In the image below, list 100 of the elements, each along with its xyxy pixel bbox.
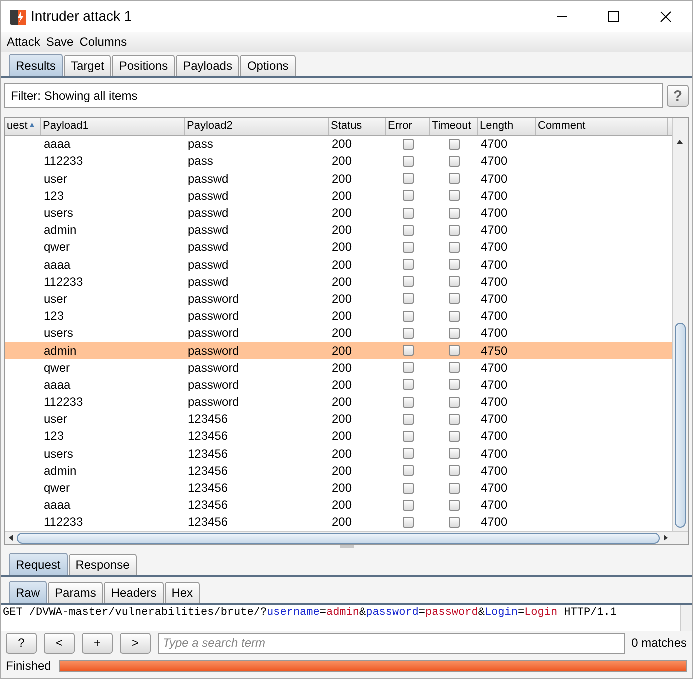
column-header[interactable]: Timeout bbox=[432, 118, 472, 135]
column-header[interactable]: Payload2 bbox=[187, 118, 233, 135]
table-cell-text: 4700 bbox=[481, 497, 508, 514]
checkbox[interactable] bbox=[448, 516, 460, 528]
checkbox[interactable] bbox=[402, 414, 414, 425]
checkbox[interactable] bbox=[402, 448, 414, 460]
checkbox[interactable] bbox=[402, 482, 414, 494]
tab[interactable]: Response bbox=[68, 554, 137, 575]
table-cell-text: 4700 bbox=[481, 514, 508, 532]
vertical-scrollbar[interactable] bbox=[680, 605, 692, 631]
checkbox[interactable] bbox=[402, 500, 414, 511]
checkbox[interactable] bbox=[448, 379, 460, 390]
tab[interactable]: Headers bbox=[104, 582, 164, 603]
search-nav-button[interactable]: ? bbox=[6, 632, 37, 654]
tab[interactable]: Hex bbox=[164, 582, 200, 603]
checkbox[interactable] bbox=[448, 242, 460, 253]
table-cell-text: password bbox=[188, 394, 240, 412]
checkbox[interactable] bbox=[448, 190, 460, 202]
tab[interactable]: Positions bbox=[112, 55, 176, 76]
tab[interactable]: Payloads bbox=[176, 55, 240, 76]
checkbox[interactable] bbox=[402, 310, 414, 322]
checkbox[interactable] bbox=[402, 293, 414, 304]
checkbox[interactable] bbox=[448, 465, 460, 476]
checkbox[interactable] bbox=[448, 173, 460, 184]
checkbox[interactable] bbox=[448, 414, 460, 425]
checkbox[interactable] bbox=[448, 276, 460, 288]
menu-item[interactable]: Save bbox=[46, 33, 74, 51]
checkbox[interactable] bbox=[448, 328, 460, 339]
checkbox[interactable] bbox=[402, 396, 414, 408]
checkbox[interactable] bbox=[402, 362, 414, 374]
search-field[interactable]: Type a search term bbox=[158, 632, 625, 654]
table-cell-text: users bbox=[44, 446, 74, 463]
checkbox[interactable] bbox=[448, 448, 460, 460]
checkbox[interactable] bbox=[402, 345, 414, 356]
checkbox[interactable] bbox=[402, 430, 414, 442]
checkbox[interactable] bbox=[448, 138, 460, 150]
tab[interactable]: Params bbox=[48, 582, 104, 603]
horizontal-scrollbar[interactable] bbox=[5, 531, 688, 544]
tab[interactable]: Raw bbox=[9, 581, 48, 603]
table-cell-text: 200 bbox=[332, 446, 352, 463]
checkbox[interactable] bbox=[448, 208, 460, 219]
checkbox[interactable] bbox=[402, 173, 414, 184]
checkbox[interactable] bbox=[402, 208, 414, 219]
checkbox[interactable] bbox=[448, 156, 460, 167]
checkbox[interactable] bbox=[402, 242, 414, 253]
splitter-grip-icon[interactable] bbox=[340, 545, 354, 548]
menu-item[interactable]: Attack bbox=[7, 33, 40, 51]
table-cell-text: 4700 bbox=[481, 325, 508, 342]
table-cell-text: qwer bbox=[44, 480, 70, 498]
checkbox[interactable] bbox=[448, 259, 460, 270]
checkbox[interactable] bbox=[448, 430, 460, 442]
checkbox[interactable] bbox=[402, 259, 414, 270]
checkbox[interactable] bbox=[448, 310, 460, 322]
tab[interactable]: Options bbox=[240, 55, 296, 76]
tab[interactable]: Results bbox=[9, 54, 64, 76]
checkbox[interactable] bbox=[448, 362, 460, 374]
checkbox[interactable] bbox=[402, 328, 414, 339]
close-icon[interactable] bbox=[660, 10, 672, 22]
maximize-icon[interactable] bbox=[608, 10, 620, 22]
checkbox[interactable] bbox=[402, 190, 414, 202]
column-header[interactable]: Comment bbox=[538, 118, 586, 135]
search-nav-button[interactable]: + bbox=[82, 632, 113, 654]
checkbox[interactable] bbox=[448, 293, 460, 304]
vertical-scrollbar[interactable] bbox=[672, 118, 688, 531]
table-cell-text: 123456 bbox=[188, 480, 228, 498]
checkbox[interactable] bbox=[448, 224, 460, 236]
table-cell-text: user bbox=[44, 411, 68, 428]
table-cell-text: 200 bbox=[332, 376, 352, 394]
checkbox[interactable] bbox=[402, 465, 414, 476]
column-header[interactable]: Status bbox=[331, 118, 362, 135]
search-nav-button[interactable]: > bbox=[120, 632, 151, 654]
column-header[interactable]: Length bbox=[480, 118, 514, 135]
checkbox[interactable] bbox=[402, 156, 414, 167]
scroll-thumb[interactable] bbox=[675, 323, 686, 528]
column-header[interactable]: Error bbox=[388, 118, 412, 135]
checkbox[interactable] bbox=[402, 224, 414, 236]
help-button[interactable]: ? bbox=[667, 84, 689, 106]
checkbox[interactable] bbox=[448, 500, 460, 511]
table-row[interactable]: aaaa pass 200 4700 bbox=[5, 136, 672, 153]
filter-bar[interactable]: Filter: Showing all items bbox=[4, 83, 663, 108]
column-header[interactable]: Payload1 bbox=[43, 118, 89, 135]
checkbox[interactable] bbox=[402, 379, 414, 390]
table-cell-text: passwd bbox=[188, 274, 229, 291]
checkbox[interactable] bbox=[402, 138, 414, 150]
checkbox[interactable] bbox=[402, 516, 414, 528]
tab[interactable]: Request bbox=[9, 553, 68, 575]
column-header[interactable]: uest bbox=[7, 118, 28, 135]
tab[interactable]: Target bbox=[64, 55, 112, 76]
table-row[interactable]: admin password 200 4750 bbox=[5, 342, 672, 360]
checkbox[interactable] bbox=[448, 396, 460, 408]
menu-item[interactable]: Columns bbox=[80, 33, 128, 51]
table-cell-text: 4700 bbox=[481, 274, 508, 291]
table-cell-text: 4700 bbox=[481, 428, 508, 446]
checkbox[interactable] bbox=[402, 276, 414, 288]
search-nav-button[interactable]: < bbox=[44, 632, 75, 654]
checkbox[interactable] bbox=[448, 345, 460, 356]
table-cell-text: 200 bbox=[332, 222, 352, 240]
checkbox[interactable] bbox=[448, 482, 460, 494]
request-text: GET /DVWA-master/vulnerabilities/brute/?username=admin&password=password&Login=Login HTTP/1.1 bbox=[2, 606, 618, 621]
scroll-thumb[interactable] bbox=[17, 532, 660, 544]
